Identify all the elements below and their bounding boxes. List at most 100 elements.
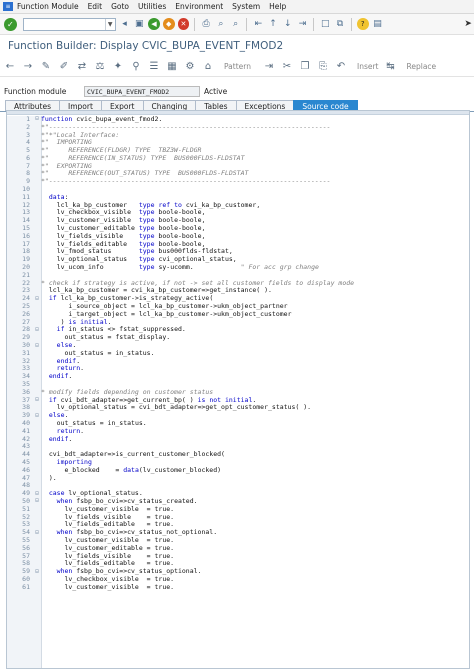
code-line[interactable]: 57 lv_fields_visible = true.: [7, 552, 469, 560]
pattern-button[interactable]: Pattern: [224, 62, 251, 71]
code-line[interactable]: 29 out_status = fstat_display.: [7, 333, 469, 341]
active-inactive-icon[interactable]: ⇄: [76, 61, 88, 73]
code-line[interactable]: 24 ⊟ if lcl_ka_bp_customer->is_strategy_a…: [7, 294, 469, 302]
test-icon[interactable]: ⚙: [184, 61, 196, 73]
code-line[interactable]: 4 *" IMPORTING: [7, 138, 469, 146]
code-line[interactable]: 19 lv_optional_status type cvi_optional_…: [7, 255, 469, 263]
copy-icon[interactable]: ❐: [299, 61, 311, 73]
code-line[interactable]: 33 return.: [7, 364, 469, 372]
code-line[interactable]: 61 lv_customer_visible = true.: [7, 583, 469, 591]
find-next-icon[interactable]: ⌕: [230, 18, 242, 30]
find-icon[interactable]: ⌕: [215, 18, 227, 30]
other-object-icon[interactable]: ✎: [40, 61, 52, 73]
code-line[interactable]: 16 lv_fields_visible type boole-boole,: [7, 232, 469, 240]
fold-toggle-icon[interactable]: ⊟: [33, 295, 41, 302]
code-line[interactable]: 42 endif.: [7, 435, 469, 443]
previous-page-icon[interactable]: ↑: [267, 18, 279, 30]
code-line[interactable]: 17 lv_fields_editable type boole-boole,: [7, 240, 469, 248]
code-line[interactable]: 31 out_status = in_status.: [7, 349, 469, 357]
cut-icon[interactable]: ✂: [281, 61, 293, 73]
insert-button[interactable]: Insert: [357, 62, 379, 71]
print-icon[interactable]: ⎙: [200, 18, 212, 30]
code-line[interactable]: 50 ⊟ when fsbp_bo_cvi=>cv_status_created.: [7, 497, 469, 505]
object-list-icon[interactable]: ☰: [148, 61, 160, 73]
code-line[interactable]: 3 *"*"Local Interface:: [7, 131, 469, 139]
code-line[interactable]: 52 lv_fields_visible = true.: [7, 513, 469, 521]
code-line[interactable]: 41 return.: [7, 427, 469, 435]
code-line[interactable]: 9 *"-------------------------------------…: [7, 177, 469, 185]
debugging-icon[interactable]: ⌂: [202, 61, 214, 73]
code-line[interactable]: 22 * check if strategy is active, if not …: [7, 279, 469, 287]
fold-toggle-icon[interactable]: ⊟: [33, 412, 41, 419]
code-line[interactable]: 26 i_target_object = lcl_ka_bp_customer-…: [7, 310, 469, 318]
new-session-icon[interactable]: □: [319, 18, 331, 30]
back-icon[interactable]: ◀: [148, 18, 160, 30]
activate-icon[interactable]: ✦: [112, 61, 124, 73]
code-line[interactable]: 35: [7, 380, 469, 388]
code-line[interactable]: 7 *" EXPORTING: [7, 162, 469, 170]
code-line[interactable]: 44 cvi_bdt_adapter=>is_current_customer_…: [7, 450, 469, 458]
check-icon[interactable]: ⚖: [94, 61, 106, 73]
exit-icon[interactable]: ◆: [162, 18, 175, 30]
pretty-printer-icon[interactable]: ⇥: [263, 61, 275, 73]
code-line[interactable]: 58 lv_fields_editable = true.: [7, 559, 469, 567]
code-line[interactable]: 36 * modify fields depending on customer …: [7, 388, 469, 396]
code-line[interactable]: 53 lv_fields_editable = true.: [7, 520, 469, 528]
menu-system[interactable]: System: [232, 2, 260, 11]
code-line[interactable]: 5 *" REFERENCE(FLDGR) TYPE TBZ3W-FLDGR: [7, 146, 469, 154]
fold-toggle-icon[interactable]: ⊟: [33, 326, 41, 333]
code-line[interactable]: 2 *"-------------------------------------…: [7, 123, 469, 131]
code-line[interactable]: 10: [7, 185, 469, 193]
shortcut-icon[interactable]: ⧉: [334, 18, 346, 30]
menu-environment[interactable]: Environment: [175, 2, 223, 11]
fold-toggle-icon[interactable]: ⊟: [33, 529, 41, 536]
display-change-icon[interactable]: ✐: [58, 61, 70, 73]
code-line[interactable]: 32 endif.: [7, 357, 469, 365]
command-field[interactable]: ▼: [22, 17, 116, 31]
code-line[interactable]: 18 lv_fmod_status type bus000flds-fldsta…: [7, 247, 469, 255]
code-line[interactable]: 23 lcl_ka_bp_customer = cvi_ka_bp_custom…: [7, 286, 469, 294]
code-line[interactable]: 51 lv_customer_visible = true.: [7, 505, 469, 513]
menu-goto[interactable]: Goto: [111, 2, 129, 11]
code-line[interactable]: 25 i_source_object = lcl_ka_bp_customer-…: [7, 302, 469, 310]
code-line[interactable]: 8 *" REFERENCE(OUT_STATUS) TYPE BUS000FLD…: [7, 169, 469, 177]
save-icon[interactable]: ▣: [133, 18, 145, 30]
command-dropdown-icon[interactable]: ▼: [104, 18, 115, 30]
code-line[interactable]: 28 ⊟ if in_status <> fstat_suppressed.: [7, 325, 469, 333]
menu-edit[interactable]: Edit: [88, 2, 103, 11]
code-line[interactable]: 60 lv_checkbox_visible = true.: [7, 575, 469, 583]
undo-icon[interactable]: ↶: [335, 61, 347, 73]
code-line[interactable]: 21: [7, 271, 469, 279]
code-line[interactable]: 15 lv_customer_editable type boole-boole…: [7, 224, 469, 232]
sap-menu-icon[interactable]: ≡: [3, 2, 13, 11]
code-line[interactable]: 30 ⊟ else.: [7, 341, 469, 349]
replace-icon[interactable]: ↹: [385, 61, 397, 73]
fold-toggle-icon[interactable]: ⊟: [33, 497, 41, 504]
code-line[interactable]: 14 lv_customer_visible type boole-boole,: [7, 216, 469, 224]
code-line[interactable]: 56 lv_customer_editable = true.: [7, 544, 469, 552]
fold-toggle-icon[interactable]: ⊟: [33, 568, 41, 575]
code-line[interactable]: 13 lv_checkbox_visible type boole-boole,: [7, 208, 469, 216]
code-line[interactable]: 46 e_blocked = data(lv_customer_blocked): [7, 466, 469, 474]
menu-help[interactable]: Help: [269, 2, 286, 11]
code-line[interactable]: 48: [7, 481, 469, 489]
collapse-icon[interactable]: ◂: [119, 18, 131, 30]
code-line[interactable]: 39 ⊟ else.: [7, 411, 469, 419]
fold-toggle-icon[interactable]: ⊟: [33, 490, 41, 497]
code-line[interactable]: 37 ⊟ if cvi_bdt_adapter=>get_current_bp( …: [7, 396, 469, 404]
code-line[interactable]: 55 lv_customer_visible = true.: [7, 536, 469, 544]
code-line[interactable]: 59 ⊟ when fsbp_bo_cvi=>cv_status_optional…: [7, 567, 469, 575]
source-code-editor[interactable]: 1 ⊟ function cvic_bupa_event_fmod2. 2 *"----…: [6, 110, 470, 669]
code-line[interactable]: 54 ⊟ when fsbp_bo_cvi=>cv_status_not_opti…: [7, 528, 469, 536]
code-line[interactable]: 34 endif.: [7, 372, 469, 380]
code-line[interactable]: 11 data:: [7, 193, 469, 201]
code-line[interactable]: 43: [7, 442, 469, 450]
function-module-field[interactable]: CVIC_BUPA_EVENT_FMOD2: [84, 85, 200, 97]
code-line[interactable]: 38 lv_optional_status = cvi_bdt_adapter=…: [7, 403, 469, 411]
cancel-icon[interactable]: ✕: [177, 18, 190, 30]
where-used-icon[interactable]: ⚲: [130, 61, 142, 73]
code-line[interactable]: 47 ).: [7, 474, 469, 482]
code-line[interactable]: 49 ⊟ case lv_optional_status.: [7, 489, 469, 497]
code-line[interactable]: 27 ) is initial.: [7, 318, 469, 326]
code-line[interactable]: 45 importing: [7, 458, 469, 466]
